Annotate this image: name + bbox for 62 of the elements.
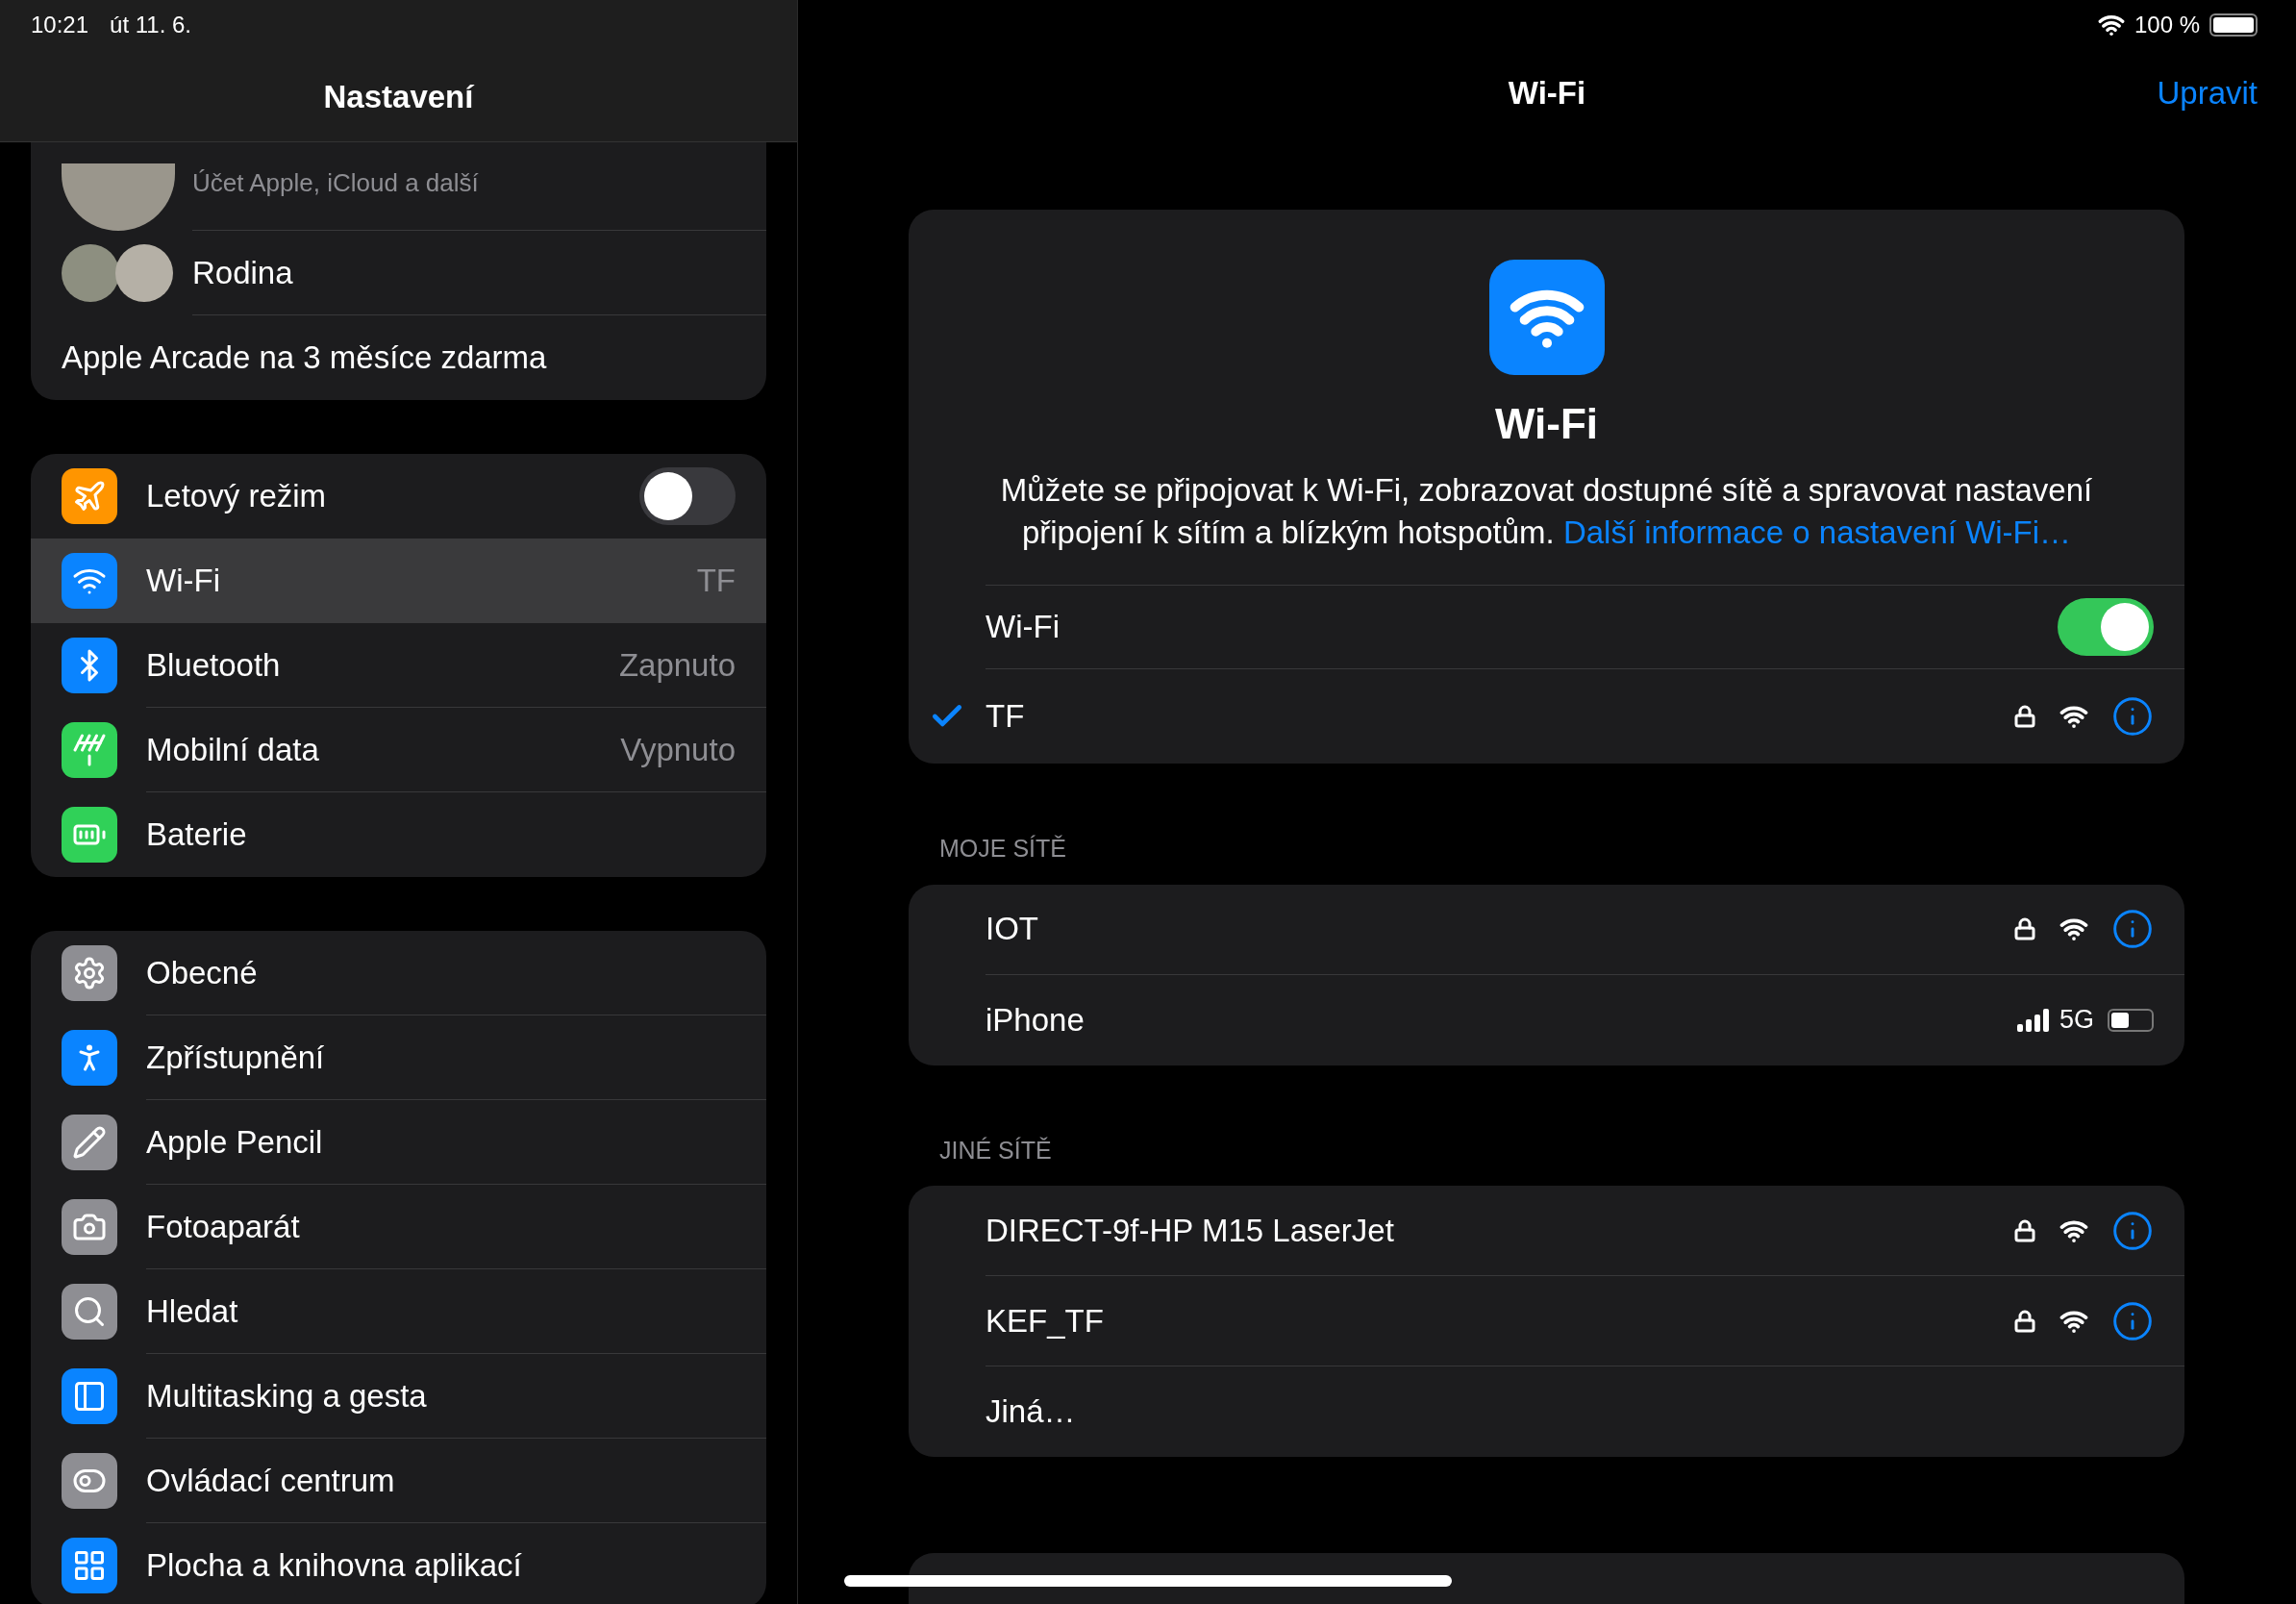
- row-label: Mobilní data: [146, 730, 319, 769]
- settings-row[interactable]: Hledat: [31, 1269, 766, 1354]
- settings-row[interactable]: Ovládací centrum: [31, 1439, 766, 1523]
- row-label: Apple Pencil: [146, 1122, 323, 1162]
- info-button[interactable]: [2111, 908, 2154, 950]
- cellular-signal-icon: [2016, 1008, 2050, 1032]
- settings-row[interactable]: Plocha a knihovna aplikací: [31, 1523, 766, 1604]
- row-label: Bluetooth: [146, 645, 281, 685]
- settings-row[interactable]: Fotoaparát: [31, 1185, 766, 1269]
- settings-row[interactable]: Obecné: [31, 931, 766, 1015]
- row-label: Obecné: [146, 953, 258, 992]
- network-name[interactable]: IOT: [986, 905, 1038, 953]
- family-photo: [115, 244, 173, 302]
- row-label: Multitasking a gesta: [146, 1376, 427, 1416]
- settings-row[interactable]: Multitasking a gesta: [31, 1354, 766, 1439]
- settings-row[interactable]: Apple Pencil: [31, 1100, 766, 1185]
- settings-row[interactable]: Zpřístupnění: [31, 1015, 766, 1100]
- battery-icon: [2209, 13, 2258, 37]
- settings-row[interactable]: Mobilní data Vypnuto: [31, 708, 766, 792]
- row-label: Plocha a knihovna aplikací: [146, 1546, 522, 1586]
- row-value: Vypnuto: [620, 730, 736, 769]
- edit-button[interactable]: Upravit: [2152, 69, 2258, 117]
- row-label: Zpřístupnění: [146, 1038, 325, 1077]
- promo-label[interactable]: Apple Arcade na 3 měsíce zdarma: [62, 334, 547, 382]
- sidebar-title: Nastavení: [323, 78, 474, 116]
- section-header: MOJE SÍTĚ: [938, 834, 1067, 864]
- wifi-app-icon: [1488, 260, 1605, 375]
- row-label: Wi-Fi: [146, 562, 220, 601]
- info-button[interactable]: [2111, 1299, 2154, 1342]
- network-name[interactable]: Jiná…: [986, 1388, 1076, 1436]
- info-link[interactable]: Další informace o nastavení Wi-Fi…: [1562, 514, 2072, 550]
- network-name[interactable]: TF: [986, 692, 2013, 740]
- row-label: Ovládací centrum: [146, 1461, 395, 1500]
- status-time: 10:21: [31, 11, 89, 39]
- network-type: 5G: [2059, 1004, 2094, 1037]
- battery-percent: 100 %: [2134, 11, 2200, 39]
- settings-row[interactable]: Bluetooth Zapnuto: [31, 623, 766, 708]
- toggle-switch[interactable]: [2058, 598, 2154, 656]
- page-title: Wi-Fi: [1508, 74, 1586, 113]
- row-value: Zapnuto: [618, 645, 736, 685]
- row-label: Baterie: [146, 815, 247, 855]
- family-label[interactable]: Rodina: [192, 248, 293, 297]
- hotspot-battery: [2108, 1008, 2154, 1032]
- family-photo: [62, 244, 119, 302]
- header-description: Můžete se připojovat k Wi-Fi, zobrazovat dostupné sítě a spravovat nastavení připojení k sítím a blízkým hotspotům. Další informace o nastavení Wi-Fi…: [999, 471, 2094, 552]
- header-title: Wi-Fi: [1494, 399, 1599, 449]
- network-name[interactable]: DIRECT-9f-HP M15 LaserJet: [986, 1206, 1394, 1255]
- network-name[interactable]: iPhone: [986, 995, 1085, 1044]
- info-button[interactable]: [2111, 1209, 2154, 1252]
- settings-row[interactable]: Baterie: [31, 792, 766, 877]
- row-label: Fotoaparát: [146, 1207, 300, 1246]
- account-subtitle[interactable]: Účet Apple, iCloud a další: [192, 164, 479, 202]
- wifi-toggle-label: Wi-Fi: [986, 608, 1060, 647]
- settings-row[interactable]: Wi-Fi TF: [31, 539, 766, 623]
- row-label: Hledat: [146, 1291, 238, 1331]
- row-label: Letový režim: [146, 477, 327, 516]
- section-header: JINÉ SÍTĚ: [938, 1135, 1053, 1165]
- row-value: TF: [696, 562, 736, 601]
- settings-row[interactable]: Letový režim: [31, 454, 766, 539]
- network-name[interactable]: KEF_TF: [986, 1296, 1104, 1345]
- info-button[interactable]: [2111, 695, 2154, 738]
- status-date: út 11. 6.: [110, 11, 191, 39]
